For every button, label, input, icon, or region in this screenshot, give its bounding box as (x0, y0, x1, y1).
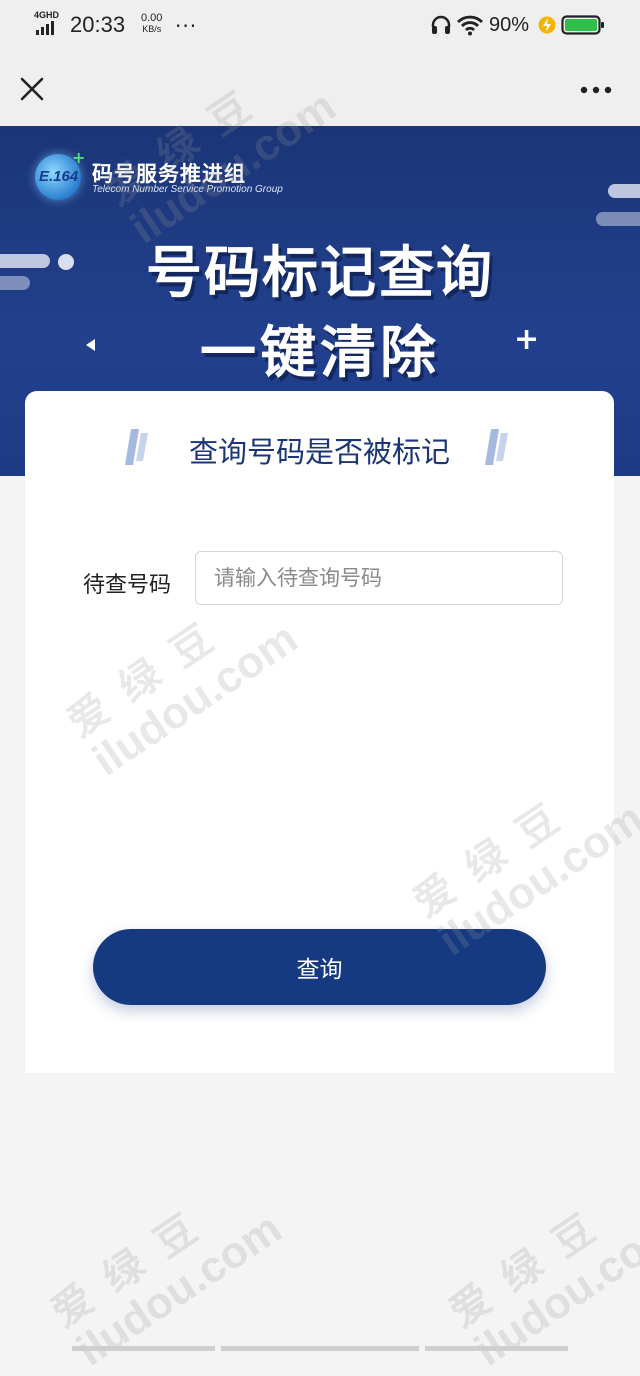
title-decoration-right-icon (485, 429, 508, 465)
home-indicator (425, 1346, 568, 1351)
close-icon[interactable] (18, 75, 46, 103)
banner-title-line1: 号码标记查询 (146, 241, 494, 306)
phone-number-input[interactable] (195, 551, 563, 605)
org-name-en: Telecom Number Service Promotion Group (92, 184, 283, 195)
decor-pill (608, 184, 640, 198)
battery-icon (561, 15, 604, 35)
logo-plus-icon: + (72, 148, 86, 167)
status-bar: 4GHD 20:33 0.00 KB/s ··· 90% (0, 0, 640, 52)
watermark-cn: 爱绿豆 (43, 1194, 224, 1337)
speed-value: 0.00 (141, 12, 163, 24)
speed-unit: KB/s (142, 24, 162, 34)
battery-percent: 90% (489, 14, 530, 36)
network-type: 4GHD (34, 10, 60, 20)
more-horizontal-icon[interactable] (578, 84, 614, 96)
watermark-cn: 爱绿豆 (441, 1194, 622, 1337)
home-indicator (221, 1346, 419, 1351)
phone-number-label: 待查号码 (83, 573, 172, 598)
decor-pill (596, 212, 640, 226)
network-speed: 0.00 KB/s (141, 13, 162, 35)
charging-icon (538, 16, 556, 34)
watermark: 爱绿豆 iludou.com (436, 1159, 640, 1376)
logo-badge-text: E.164 (39, 168, 79, 185)
card-title: 查询号码是否被标记 (188, 435, 450, 469)
signal-icon (36, 21, 54, 35)
watermark: 爱绿豆 iludou.com (38, 1159, 291, 1376)
query-button[interactable]: 查询 (93, 929, 546, 1005)
status-more-icon: ··· (175, 14, 198, 38)
wifi-icon (457, 15, 483, 36)
banner-title-line2: 一键清除 (200, 321, 440, 386)
headset-icon (431, 15, 451, 34)
clock: 20:33 (70, 12, 126, 37)
home-indicator (72, 1346, 215, 1351)
query-card: 查询号码是否被标记 待查号码 查询 (25, 391, 614, 1073)
nav-bar (0, 52, 640, 126)
